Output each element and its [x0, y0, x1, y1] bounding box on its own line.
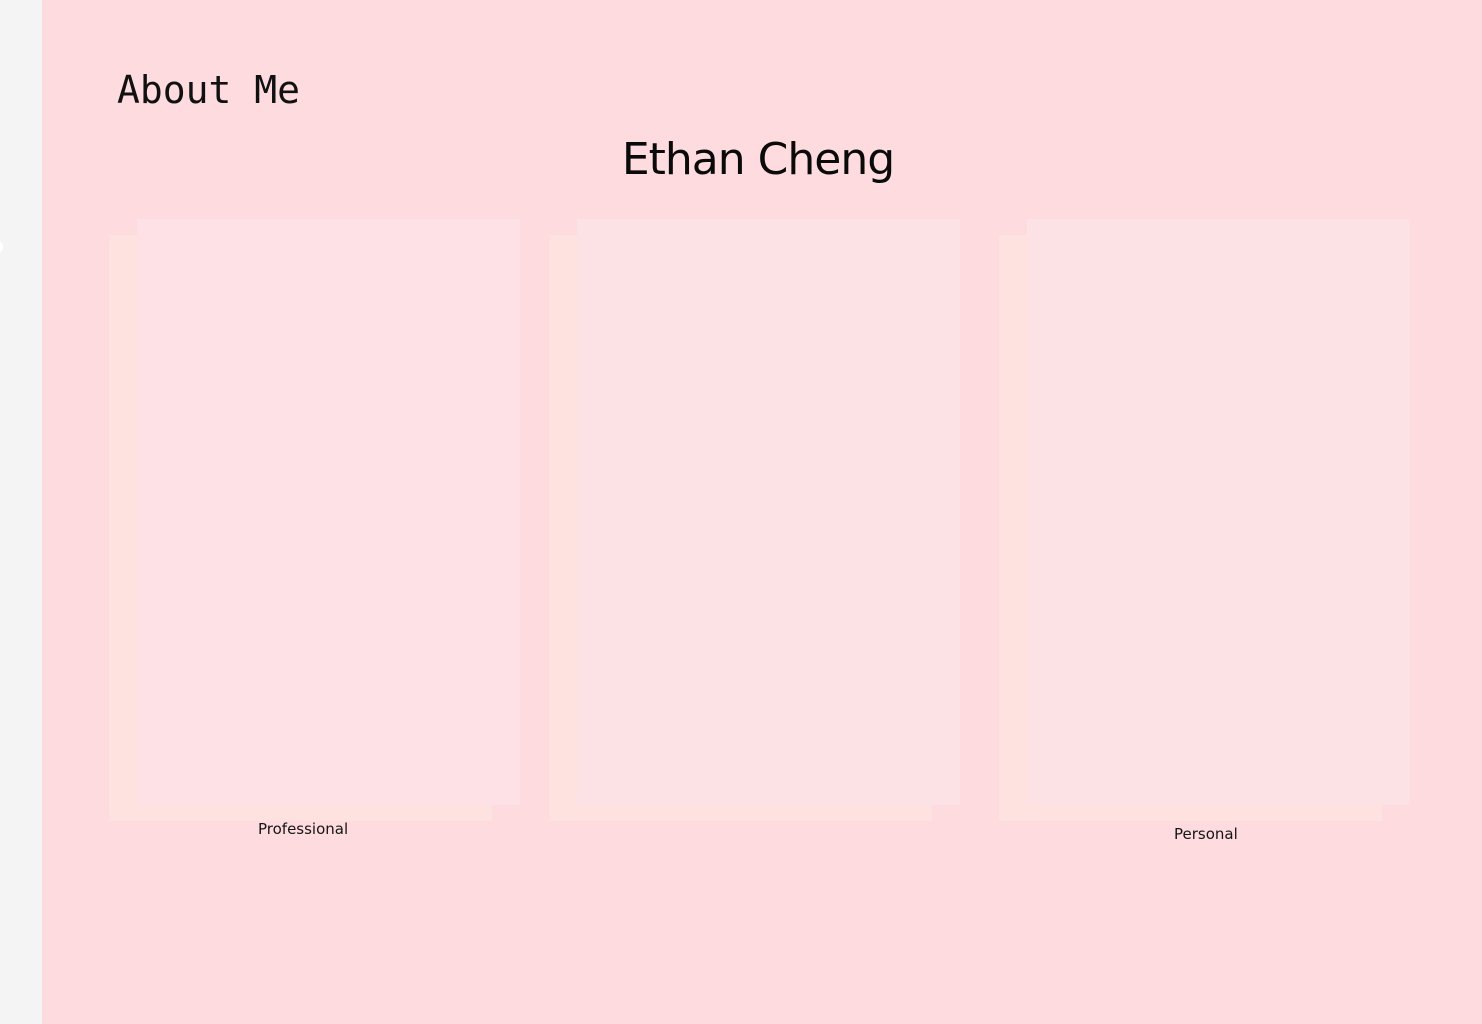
photo-placeholder	[577, 219, 960, 805]
professional-caption: Professional	[258, 820, 349, 838]
personal-photo-card[interactable]	[999, 219, 1419, 824]
photo-placeholder	[1027, 219, 1410, 805]
person-name: Ethan Cheng	[621, 134, 895, 185]
sidebar-edge-handle[interactable]	[0, 240, 3, 254]
left-sidebar	[0, 0, 42, 1024]
photo-placeholder	[137, 219, 520, 805]
professional-photo-card[interactable]	[109, 219, 529, 824]
section-heading: About Me	[117, 68, 301, 112]
personal-caption: Personal	[1174, 825, 1238, 843]
middle-photo-card[interactable]	[549, 219, 969, 824]
about-page: About Me Ethan Cheng Professional Person…	[42, 0, 1482, 1024]
